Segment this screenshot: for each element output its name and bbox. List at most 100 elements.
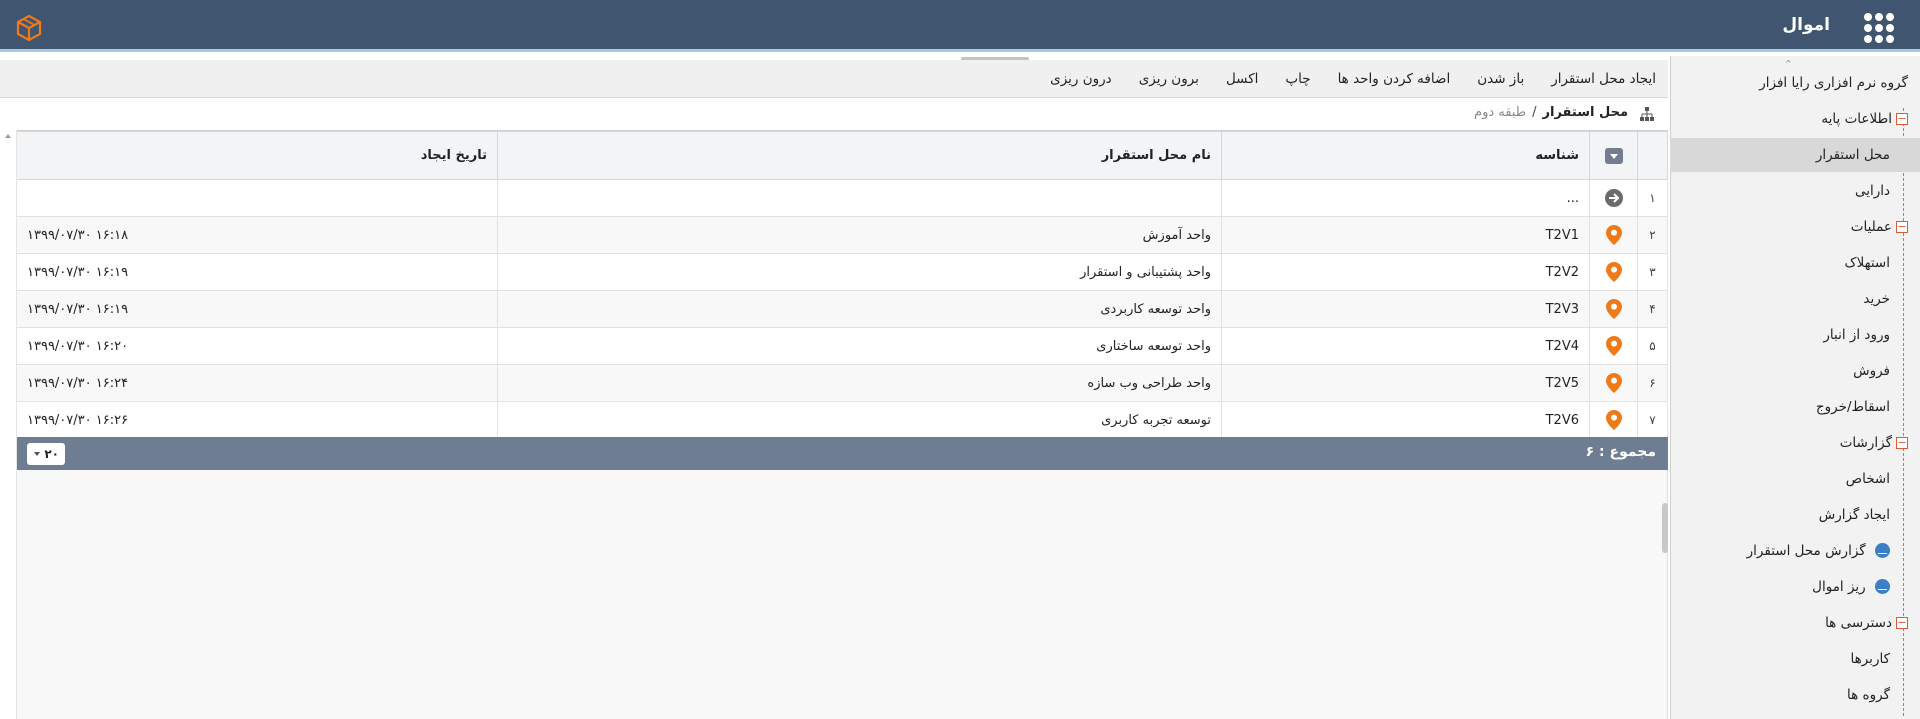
collapse-toggle-icon[interactable]: − [1896,437,1908,449]
created-cell[interactable]: ۱۳۹۹/۰۷/۳۰ ۱۶:۱۹ [16,290,498,328]
name-cell[interactable]: توسعه تجربه کاربری [497,401,1222,439]
name-cell[interactable]: واحد آموزش [497,216,1222,254]
sidebar-org[interactable]: گروه نرم افزاری رایا افزار [1670,66,1920,100]
table-row[interactable]: ۴ T2V3 واحد توسعه کاربردی ۱۳۹۹/۰۷/۳۰ ۱۶:… [16,290,1668,328]
id-cell[interactable]: T2V6 [1221,401,1590,439]
sidebar-item-label: اشخاص [1845,471,1890,487]
location-pin-icon[interactable] [1605,225,1622,245]
sidebar-item-asset[interactable]: دارایی [1670,174,1920,208]
created-cell[interactable]: ۱۳۹۹/۰۷/۳۰ ۱۶:۱۹ [16,253,498,291]
cube-logo-icon [16,14,42,42]
sidebar-item-location[interactable]: محل استقرار [1670,138,1920,172]
row-number: ۳ [1637,253,1668,291]
export-button[interactable]: برون ریزی [1139,71,1199,87]
pin-cell [1589,364,1638,402]
location-pin-icon[interactable] [1605,262,1622,282]
sidebar-group-reports[interactable]: − گزارشات [1670,426,1920,460]
id-cell[interactable]: T2V3 [1221,290,1590,328]
total-count: مجموع : ۶ [1585,444,1656,460]
sidebar-item-depreciation[interactable]: استهلاک [1670,246,1920,280]
name-cell[interactable]: واحد طراحی وب سازه [497,364,1222,402]
chevron-up-icon[interactable] [5,134,11,138]
sidebar-item-purchase[interactable]: خرید [1670,282,1920,316]
pin-cell [1589,327,1638,365]
sidebar-item-label: کاربرها [1850,651,1891,667]
add-units-button[interactable]: اضافه کردن واحد ها [1338,71,1451,87]
new-row-created-cell[interactable] [16,179,498,217]
table-row[interactable]: ۶ T2V5 واحد طراحی وب سازه ۱۳۹۹/۰۷/۳۰ ۱۶:… [16,364,1668,402]
pin-cell [1589,253,1638,291]
sidebar-group-label: گزارشات [1839,435,1892,451]
collapse-toggle-icon[interactable]: − [1896,221,1908,233]
sidebar-item-users[interactable]: کاربرها [1670,642,1920,676]
location-pin-icon[interactable] [1605,410,1622,430]
sidebar-item-warehouse-entry[interactable]: ورود از انبار [1670,318,1920,352]
top-header: اموال [0,0,1920,52]
sidebar-item-groups[interactable]: گروه ها [1670,678,1920,712]
sidebar-group-base-info[interactable]: − اطلاعات پایه [1670,102,1920,136]
sidebar-item-sale[interactable]: فروش [1670,354,1920,388]
apps-grid-icon[interactable] [1864,13,1894,43]
sidebar-item-create-report[interactable]: ایجاد گزارش [1670,498,1920,532]
collapse-toggle-icon[interactable]: − [1896,113,1908,125]
sidebar-item-asset-details[interactable]: ریز اموال [1670,570,1920,604]
name-cell[interactable]: واحد پشتیبانی و استقرار [497,253,1222,291]
sidebar-group-access[interactable]: − دسترسی ها [1670,606,1920,640]
sidebar-item-location-report[interactable]: گزارش محل استقرار [1670,534,1920,568]
name-cell[interactable]: واحد توسعه کاربردی [497,290,1222,328]
sidebar-item-persons[interactable]: اشخاص [1670,462,1920,496]
print-button[interactable]: چاپ [1285,71,1310,87]
breadcrumb-current[interactable]: محل استقرار [1543,105,1628,120]
row-number: ۵ [1637,327,1668,365]
table-row[interactable]: ۵ T2V4 واحد توسعه ساختاری ۱۳۹۹/۰۷/۳۰ ۱۶:… [16,327,1668,365]
location-pin-icon[interactable] [1605,299,1622,319]
sidebar-item-label: استهلاک [1844,255,1891,271]
create-location-button[interactable]: ایجاد محل استقرار [1551,71,1656,87]
id-cell[interactable]: T2V4 [1221,327,1590,365]
created-cell[interactable]: ۱۳۹۹/۰۷/۳۰ ۱۶:۱۸ [16,216,498,254]
created-cell[interactable]: ۱۳۹۹/۰۷/۳۰ ۱۶:۲۰ [16,327,498,365]
horizontal-scrollbar[interactable] [0,130,17,719]
table-row[interactable]: ۷ T2V6 توسعه تجربه کاربری ۱۳۹۹/۰۷/۳۰ ۱۶:… [16,401,1668,439]
hierarchy-icon[interactable] [1640,107,1654,121]
id-cell[interactable]: T2V1 [1221,216,1590,254]
location-pin-icon[interactable] [1605,373,1622,393]
created-cell[interactable]: ۱۳۹۹/۰۷/۳۰ ۱۶:۲۴ [16,364,498,402]
name-cell[interactable]: واحد توسعه ساختاری [497,327,1222,365]
sidebar: ⌃ گروه نرم افزاری رایا افزار − اطلاعات پ… [1670,56,1920,719]
row-number: ۷ [1637,401,1668,439]
row-number-header [1637,131,1668,180]
new-row[interactable]: ۱ ... [16,179,1668,217]
new-row-id-cell[interactable]: ... [1221,179,1590,217]
import-button[interactable]: درون ریزی [1050,71,1112,87]
grid-footer: مجموع : ۶ ۲۰ [17,437,1668,470]
table-row[interactable]: ۳ T2V2 واحد پشتیبانی و استقرار ۱۳۹۹/۰۷/۳… [16,253,1668,291]
pin-cell [1589,290,1638,328]
arrow-right-circle-icon[interactable] [1604,188,1624,208]
row-number: ۲ [1637,216,1668,254]
sidebar-group-label: عملیات [1850,219,1892,235]
created-cell[interactable]: ۱۳۹۹/۰۷/۳۰ ۱۶:۲۶ [16,401,498,439]
new-row-name-cell[interactable] [497,179,1222,217]
sidebar-group-operations[interactable]: − عملیات [1670,210,1920,244]
breadcrumb-previous[interactable]: طبقه دوم [1474,105,1526,120]
location-pin-icon[interactable] [1605,336,1622,356]
id-cell[interactable]: T2V2 [1221,253,1590,291]
new-row-go[interactable] [1589,179,1638,217]
column-header-name[interactable]: نام محل استقرار [497,131,1222,180]
column-menu-button[interactable] [1589,131,1638,180]
page-size-select[interactable]: ۲۰ [27,443,65,465]
chevron-down-icon[interactable] [1604,147,1623,164]
column-header-id[interactable]: شناسه [1221,131,1590,180]
column-header-created[interactable]: تاریخ ایجاد [16,131,498,180]
scrollbar-thumb[interactable] [1662,503,1668,553]
excel-button[interactable]: اکسل [1226,71,1258,87]
row-number: ۱ [1637,179,1668,217]
collapse-toggle-icon[interactable]: − [1896,617,1908,629]
sidebar-item-disposal[interactable]: اسقاط/خروج [1670,390,1920,424]
table-row[interactable]: ۲ T2V1 واحد آموزش ۱۳۹۹/۰۷/۳۰ ۱۶:۱۸ [16,216,1668,254]
id-cell[interactable]: T2V5 [1221,364,1590,402]
open-button[interactable]: باز شدن [1477,71,1524,87]
sidebar-item-label: محل استقرار [1815,147,1890,163]
sidebar-item-label: ریز اموال [1812,579,1866,595]
